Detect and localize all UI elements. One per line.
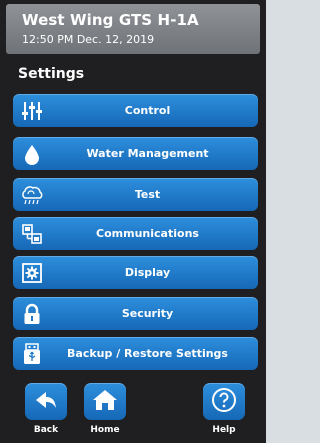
usb-icon: [19, 341, 45, 366]
settings-screen: West Wing GTS H-1A 12:50 PM Dec. 12, 201…: [0, 0, 266, 443]
sliders-icon: [19, 98, 45, 123]
control-button[interactable]: Control: [13, 94, 258, 127]
help-label: Help: [212, 425, 236, 435]
page-title: Settings: [18, 66, 85, 82]
network-icon: [19, 221, 45, 246]
datetime: 12:50 PM Dec. 12, 2019: [22, 33, 155, 46]
header-bar: West Wing GTS H-1A 12:50 PM Dec. 12, 201…: [6, 4, 260, 54]
water-drop-icon: [19, 141, 45, 166]
help-icon: [211, 387, 237, 417]
back-arrow-icon: [34, 389, 58, 415]
menu-label: Display: [124, 266, 171, 279]
menu-label: Test: [134, 188, 161, 201]
test-button[interactable]: Test: [13, 178, 258, 211]
cloud-icon: [19, 182, 45, 207]
water-management-button[interactable]: Water Management: [13, 137, 258, 170]
menu-label: Communications: [96, 227, 199, 240]
menu-label: Water Management: [86, 147, 209, 160]
menu-label: Security: [121, 307, 174, 320]
menu-label: Backup / Restore Settings: [67, 347, 228, 360]
lock-icon: [19, 301, 45, 326]
help-button[interactable]: [203, 383, 245, 420]
home-icon: [92, 388, 118, 416]
menu-label: Control: [124, 104, 171, 117]
device-name: West Wing GTS H-1A: [22, 11, 199, 29]
backup-restore-button[interactable]: Backup / Restore Settings: [13, 337, 258, 370]
back-label: Back: [33, 425, 59, 435]
home-button[interactable]: [84, 383, 126, 420]
back-button[interactable]: [25, 383, 67, 420]
display-button[interactable]: Display: [13, 256, 258, 289]
communications-button[interactable]: Communications: [13, 217, 258, 250]
display-gear-icon: [19, 260, 45, 285]
security-button[interactable]: Security: [13, 297, 258, 330]
home-label: Home: [90, 425, 120, 435]
